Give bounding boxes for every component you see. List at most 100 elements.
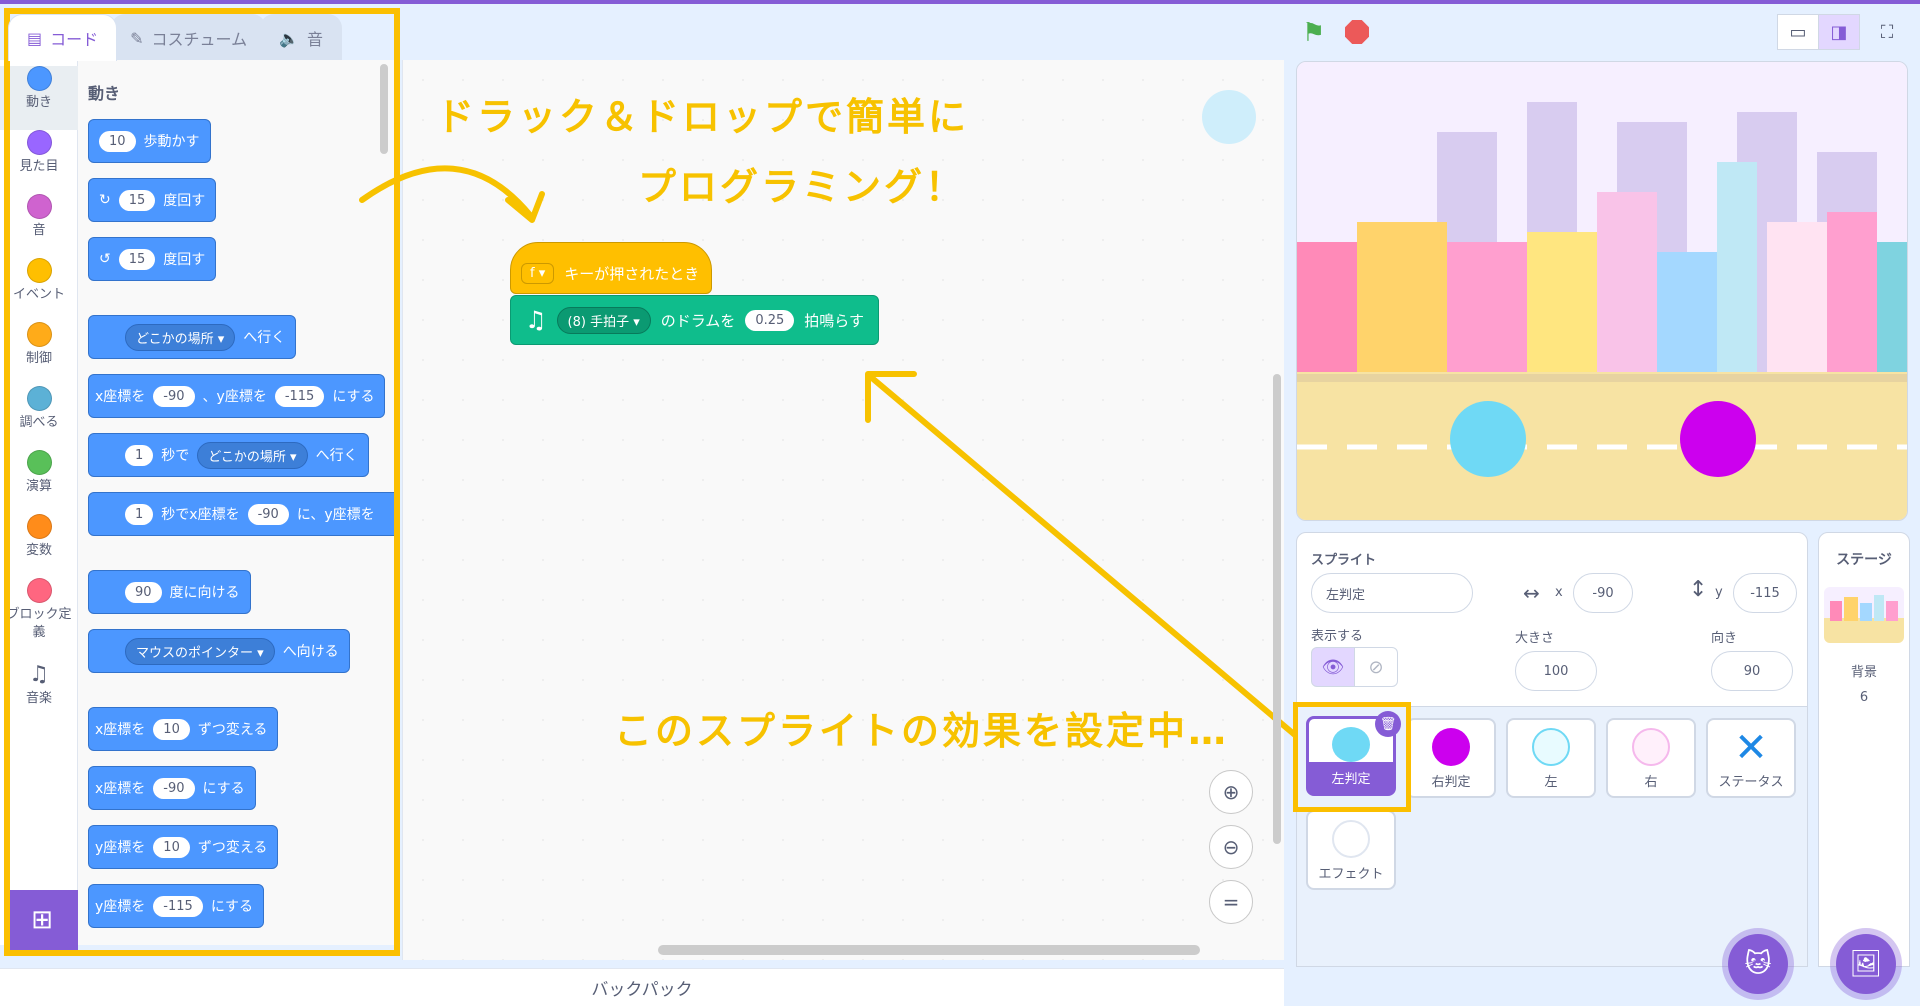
y-value: -115	[1750, 585, 1780, 601]
category-looks[interactable]: 見た目	[0, 130, 78, 194]
small-stage-button[interactable]: ▭	[1777, 14, 1819, 50]
block-input[interactable]: 1	[125, 444, 154, 466]
add-backdrop-button[interactable]: 🖼	[1836, 934, 1896, 994]
add-extension-button[interactable]: ⊞	[6, 890, 78, 950]
block-change-x[interactable]: x座標を 10 ずつ変える	[88, 707, 279, 751]
sprite-tile-effect[interactable]: エフェクト	[1306, 810, 1396, 890]
tab-code[interactable]: ▤ コード	[8, 14, 118, 61]
music-note-icon: ♫	[525, 306, 547, 334]
zoom-out-button[interactable]: ⊖	[1209, 825, 1253, 869]
my-blocks-icon	[26, 578, 52, 603]
block-turn-left[interactable]: ↺ 15 度回す	[88, 237, 217, 281]
dropdown-value: マウスのポインター	[136, 645, 254, 661]
category-sensing[interactable]: 調べる	[0, 386, 78, 450]
block-dropdown[interactable]: どこかの場所 ▾	[197, 441, 308, 469]
block-input[interactable]: 10	[153, 718, 190, 740]
sprite-tile-status[interactable]: ✕ ステータス	[1706, 718, 1796, 798]
block-input[interactable]: 90	[125, 581, 162, 603]
block-input[interactable]: -90	[247, 503, 289, 525]
code-icon: ▤	[27, 28, 43, 48]
normal-stage-button[interactable]: ◨	[1818, 14, 1860, 50]
block-point-direction[interactable]: 90 度に向ける	[88, 570, 251, 614]
music-play-drum-block[interactable]: ♫ (8) 手拍子 ▾ のドラムを 0.25 拍鳴らす	[510, 295, 879, 345]
block-goto[interactable]: どこかの場所 ▾ へ行く	[88, 315, 297, 359]
sprite-name-field[interactable]: 左判定	[1311, 573, 1473, 613]
add-sprite-button[interactable]: 🐱	[1728, 934, 1788, 994]
direction-field[interactable]: 90	[1711, 651, 1793, 691]
show-sprite-button[interactable]: 👁	[1311, 647, 1355, 687]
sound-icon	[26, 194, 52, 219]
tab-costumes[interactable]: ✎ コスチューム	[111, 14, 267, 61]
block-input[interactable]: 10	[99, 130, 136, 152]
zoom-in-button[interactable]: ⊕	[1209, 770, 1253, 814]
hide-sprite-button[interactable]: ⊘	[1354, 647, 1398, 687]
block-goto-xy[interactable]: x座標を -90 、y座標を -115 にする	[88, 374, 386, 418]
category-sound[interactable]: 音	[0, 194, 78, 258]
y-field[interactable]: -115	[1733, 573, 1797, 613]
zoom-reset-button[interactable]: =	[1209, 880, 1253, 924]
script-horizontal-scrollbar[interactable]	[658, 945, 1200, 955]
x-field[interactable]: -90	[1573, 573, 1633, 613]
green-flag-button[interactable]: ⚑	[1302, 18, 1325, 48]
block-input[interactable]: 15	[118, 189, 156, 211]
event-key-pressed-block[interactable]: f ▾ キーが押されたとき	[510, 242, 713, 294]
block-point-towards[interactable]: マウスのポインター ▾ へ向ける	[88, 629, 350, 673]
stage-canvas[interactable]	[1296, 61, 1908, 521]
category-events[interactable]: イベント	[0, 258, 78, 322]
category-control[interactable]: 制御	[0, 322, 78, 386]
block-change-y[interactable]: y座標を 10 ずつ変える	[88, 825, 279, 869]
block-dropdown[interactable]: マウスのポインター ▾	[125, 637, 275, 665]
block-set-x[interactable]: x座標を -90 にする	[88, 766, 256, 810]
category-operators[interactable]: 演算	[0, 450, 78, 514]
block-input[interactable]: 1	[125, 503, 154, 525]
palette-section-title: 動き	[88, 84, 121, 103]
palette-scrollbar[interactable]	[380, 64, 388, 154]
script-vertical-scrollbar[interactable]	[1273, 374, 1281, 844]
block-dropdown[interactable]: どこかの場所 ▾	[125, 323, 236, 351]
sprite-tile-right-judge[interactable]: 右判定	[1406, 718, 1496, 798]
block-text: 度回す	[163, 252, 206, 268]
block-input[interactable]: 15	[118, 248, 156, 270]
fullscreen-button[interactable]: ⛶	[1866, 14, 1908, 50]
backdrop-count: 6	[1859, 690, 1869, 705]
block-input[interactable]: -115	[274, 385, 325, 407]
dropdown-value: (8) 手拍子	[567, 314, 630, 330]
sprite-tile-right[interactable]: 右	[1606, 718, 1696, 798]
beats-input[interactable]: 0.25	[745, 309, 795, 331]
drum-dropdown[interactable]: (8) 手拍子 ▾	[556, 306, 651, 334]
cat-plus-icon: 🐱	[1744, 949, 1772, 979]
block-input[interactable]: -115	[153, 895, 203, 917]
sprite-tile-left[interactable]: 左	[1506, 718, 1596, 798]
sprite-tile-name: エフェクト	[1318, 867, 1384, 882]
y-arrow-icon: ↕	[1689, 577, 1708, 602]
block-move-steps[interactable]: 10 歩動かす	[88, 119, 211, 163]
operators-icon	[26, 450, 52, 475]
block-text: ずつ変える	[197, 840, 268, 856]
block-glide-xy[interactable]: 1 秒でx座標を -90 に、y座標を	[88, 492, 394, 536]
category-my-blocks[interactable]: ブロック定義	[0, 578, 78, 658]
stage-selector[interactable]: ステージ 背景 6	[1818, 532, 1910, 967]
sprite-highlight-frame	[1293, 702, 1411, 812]
block-text: x座標を	[95, 389, 146, 405]
category-music[interactable]: ♫ 音楽	[0, 662, 78, 726]
variables-icon	[26, 514, 52, 539]
stage-panel-title: ステージ	[1836, 552, 1892, 568]
block-input[interactable]: 10	[153, 836, 190, 858]
stop-button[interactable]	[1345, 20, 1369, 44]
block-glide-to[interactable]: 1 秒で どこかの場所 ▾ へ行く	[88, 433, 369, 477]
block-input[interactable]: -90	[153, 777, 195, 799]
category-motion[interactable]: 動き	[0, 66, 78, 130]
key-dropdown[interactable]: f ▾	[521, 263, 555, 284]
block-set-y[interactable]: y座標を -115 にする	[88, 884, 264, 928]
left-judge-sprite[interactable]	[1450, 401, 1526, 477]
block-input[interactable]: -90	[153, 385, 195, 407]
show-label: 表示する	[1311, 629, 1364, 644]
backpack-bar[interactable]: バックパック	[0, 968, 1284, 1006]
size-field[interactable]: 100	[1515, 651, 1597, 691]
right-judge-sprite[interactable]	[1680, 401, 1756, 477]
sensing-icon	[26, 386, 52, 411]
category-variables[interactable]: 変数	[0, 514, 78, 578]
tab-sounds[interactable]: 🔈 音	[260, 14, 343, 61]
block-turn-right[interactable]: ↻ 15 度回す	[88, 178, 217, 222]
block-text: 秒で	[161, 448, 190, 464]
